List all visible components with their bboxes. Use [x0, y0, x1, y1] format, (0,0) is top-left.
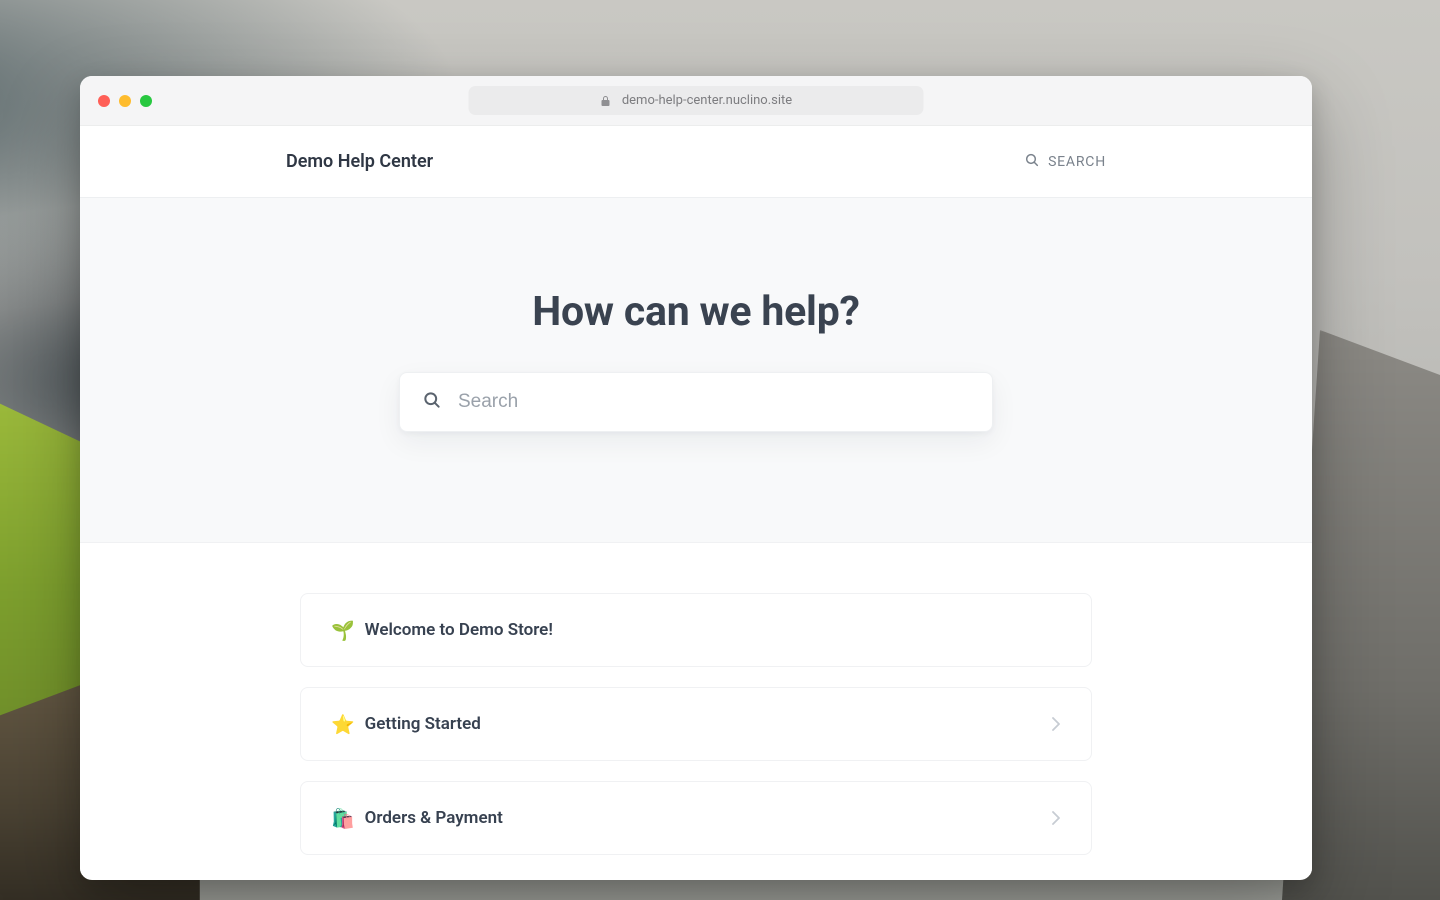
window-minimize-button[interactable]	[119, 95, 131, 107]
star-icon: ⭐	[331, 715, 355, 734]
lock-icon	[600, 95, 612, 107]
site-title[interactable]: Demo Help Center	[286, 151, 433, 172]
window-zoom-button[interactable]	[140, 95, 152, 107]
search-icon	[1024, 152, 1040, 172]
chevron-right-icon	[1051, 717, 1061, 731]
search-input[interactable]	[458, 391, 970, 413]
category-list: 🌱 Welcome to Demo Store! ⭐ Getting Start…	[80, 543, 1312, 875]
category-title: Getting Started	[365, 714, 481, 734]
address-bar-url: demo-help-center.nuclino.site	[622, 93, 792, 108]
header-search-label: SEARCH	[1048, 154, 1106, 170]
chevron-right-icon	[1051, 811, 1061, 825]
window-close-button[interactable]	[98, 95, 110, 107]
category-title: Welcome to Demo Store!	[365, 620, 553, 640]
category-card-getting-started[interactable]: ⭐ Getting Started	[300, 687, 1092, 761]
page-content: Demo Help Center SEARCH How can we help?	[80, 126, 1312, 880]
browser-chrome-bar: demo-help-center.nuclino.site	[80, 76, 1312, 126]
address-bar[interactable]: demo-help-center.nuclino.site	[469, 86, 924, 115]
search-icon	[422, 390, 442, 414]
category-title: Orders & Payment	[365, 808, 503, 828]
shopping-bags-icon: 🛍️	[331, 809, 355, 828]
hero-section: How can we help?	[80, 198, 1312, 543]
hero-title: How can we help?	[532, 288, 860, 336]
category-card-welcome[interactable]: 🌱 Welcome to Demo Store!	[300, 593, 1092, 667]
site-header: Demo Help Center SEARCH	[80, 126, 1312, 198]
search-box[interactable]	[399, 372, 993, 432]
category-card-orders-payment[interactable]: 🛍️ Orders & Payment	[300, 781, 1092, 855]
window-controls	[98, 95, 152, 107]
header-search-button[interactable]: SEARCH	[1024, 152, 1106, 172]
seedling-icon: 🌱	[331, 621, 355, 640]
browser-window: demo-help-center.nuclino.site Demo Help …	[80, 76, 1312, 880]
